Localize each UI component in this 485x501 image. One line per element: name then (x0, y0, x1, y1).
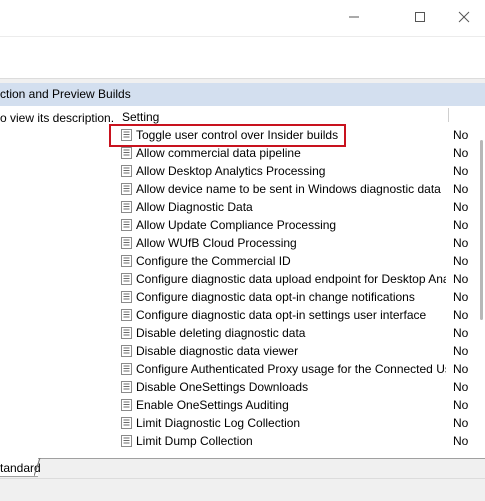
policy-setting-icon (121, 237, 132, 249)
policy-setting-icon (121, 381, 132, 393)
policy-row[interactable]: Enable OneSettings Auditing No (118, 396, 485, 414)
description-hint: o view its description. (0, 111, 115, 125)
policy-row[interactable]: Limit Diagnostic Log Collection No (118, 414, 485, 432)
policy-name: Configure the Commercial ID (136, 254, 291, 268)
policy-state: No (453, 164, 469, 178)
policy-state: No (453, 308, 469, 322)
policy-row[interactable]: Configure the Commercial ID No (118, 252, 485, 270)
policy-row[interactable]: Allow Diagnostic Data No (118, 198, 485, 216)
policy-setting-icon (121, 273, 132, 285)
minimize-button[interactable] (339, 4, 369, 30)
policy-setting-icon (121, 345, 132, 357)
view-tabs: tandard (0, 458, 485, 479)
policy-state: No (453, 290, 469, 304)
policy-setting-icon (121, 363, 132, 375)
section-header: ction and Preview Builds (0, 83, 485, 106)
policy-setting-icon (121, 219, 132, 231)
maximize-button[interactable] (405, 4, 435, 30)
policy-name: Allow Diagnostic Data (136, 200, 253, 214)
close-icon (458, 11, 470, 23)
policy-setting-icon (121, 165, 132, 177)
column-divider[interactable] (448, 108, 449, 122)
policy-state: No (453, 272, 469, 286)
policy-row[interactable]: Allow Update Compliance Processing No (118, 216, 485, 234)
close-button[interactable] (449, 4, 479, 30)
policy-row[interactable]: Disable OneSettings Downloads No (118, 378, 485, 396)
policy-state: No (453, 380, 469, 394)
vertical-scrollbar[interactable] (478, 114, 485, 458)
policy-row[interactable]: Disable diagnostic data viewer No (118, 342, 485, 360)
status-bar (0, 478, 485, 501)
policy-setting-icon (121, 183, 132, 195)
policy-state: No (453, 326, 469, 340)
policy-setting-icon (121, 435, 132, 447)
policy-row[interactable]: Allow device name to be sent in Windows … (118, 180, 485, 198)
minimize-icon (349, 16, 359, 18)
section-title: ction and Preview Builds (0, 87, 131, 101)
policy-state: No (453, 254, 469, 268)
maximize-icon (415, 12, 425, 22)
policy-setting-icon (121, 255, 132, 267)
policy-name: Allow device name to be sent in Windows … (136, 182, 441, 196)
policy-row[interactable]: Disable deleting diagnostic data No (118, 324, 485, 342)
policy-name: Allow WUfB Cloud Processing (136, 236, 297, 250)
tab-edge (34, 458, 41, 476)
policy-setting-icon (121, 417, 132, 429)
tab-standard[interactable]: tandard (0, 458, 41, 477)
description-pane: o view its description. (0, 106, 114, 458)
policy-row[interactable]: Configure Authenticated Proxy usage for … (118, 360, 485, 378)
policy-setting-icon (121, 309, 132, 321)
policy-name: Allow Desktop Analytics Processing (136, 164, 326, 178)
policy-state: No (453, 236, 469, 250)
policy-row[interactable]: Limit Dump Collection No (118, 432, 485, 450)
policy-name: Disable diagnostic data viewer (136, 344, 299, 358)
policy-state: No (453, 146, 469, 160)
policy-state: No (453, 434, 469, 448)
policy-setting-icon (121, 201, 132, 213)
policy-name: Allow commercial data pipeline (136, 146, 301, 160)
policy-name: Configure diagnostic data upload endpoin… (136, 272, 446, 286)
policy-state: No (453, 200, 469, 214)
policy-name: Configure diagnostic data opt-in setting… (136, 308, 427, 322)
policy-state: No (453, 398, 469, 412)
policy-setting-icon (121, 399, 132, 411)
policy-setting-icon (121, 327, 132, 339)
policy-name: Limit Diagnostic Log Collection (136, 416, 301, 430)
policy-content: o view its description. Setting Toggle u… (0, 106, 485, 458)
scrollbar-thumb[interactable] (480, 140, 483, 320)
policy-name: Disable OneSettings Downloads (136, 380, 309, 394)
policy-name: Limit Dump Collection (136, 434, 253, 448)
policy-row[interactable]: Allow Desktop Analytics Processing No (118, 162, 485, 180)
policy-state: No (453, 362, 469, 376)
toolbar-area (0, 36, 485, 79)
policy-row[interactable]: Allow WUfB Cloud Processing No (118, 234, 485, 252)
policy-name: Disable deleting diagnostic data (136, 326, 306, 340)
policy-row[interactable]: Configure diagnostic data opt-in setting… (118, 306, 485, 324)
policy-state: No (453, 416, 469, 430)
policy-state: No (453, 182, 469, 196)
policy-setting-icon (121, 147, 132, 159)
policy-setting-icon (121, 291, 132, 303)
policy-state: No (453, 344, 469, 358)
policy-name: Allow Update Compliance Processing (136, 218, 337, 232)
policy-state: No (453, 128, 469, 142)
policy-row[interactable]: Configure diagnostic data upload endpoin… (118, 270, 485, 288)
policy-name: Configure Authenticated Proxy usage for … (136, 362, 446, 376)
policy-name: Enable OneSettings Auditing (136, 398, 289, 412)
column-header-setting[interactable]: Setting (122, 110, 159, 124)
policy-row[interactable]: Configure diagnostic data opt-in change … (118, 288, 485, 306)
title-bar (0, 0, 485, 36)
settings-list[interactable]: Setting Toggle user control over Insider… (110, 106, 485, 458)
highlight-box (109, 124, 346, 147)
policy-state: No (453, 218, 469, 232)
policy-name: Configure diagnostic data opt-in change … (136, 290, 415, 304)
